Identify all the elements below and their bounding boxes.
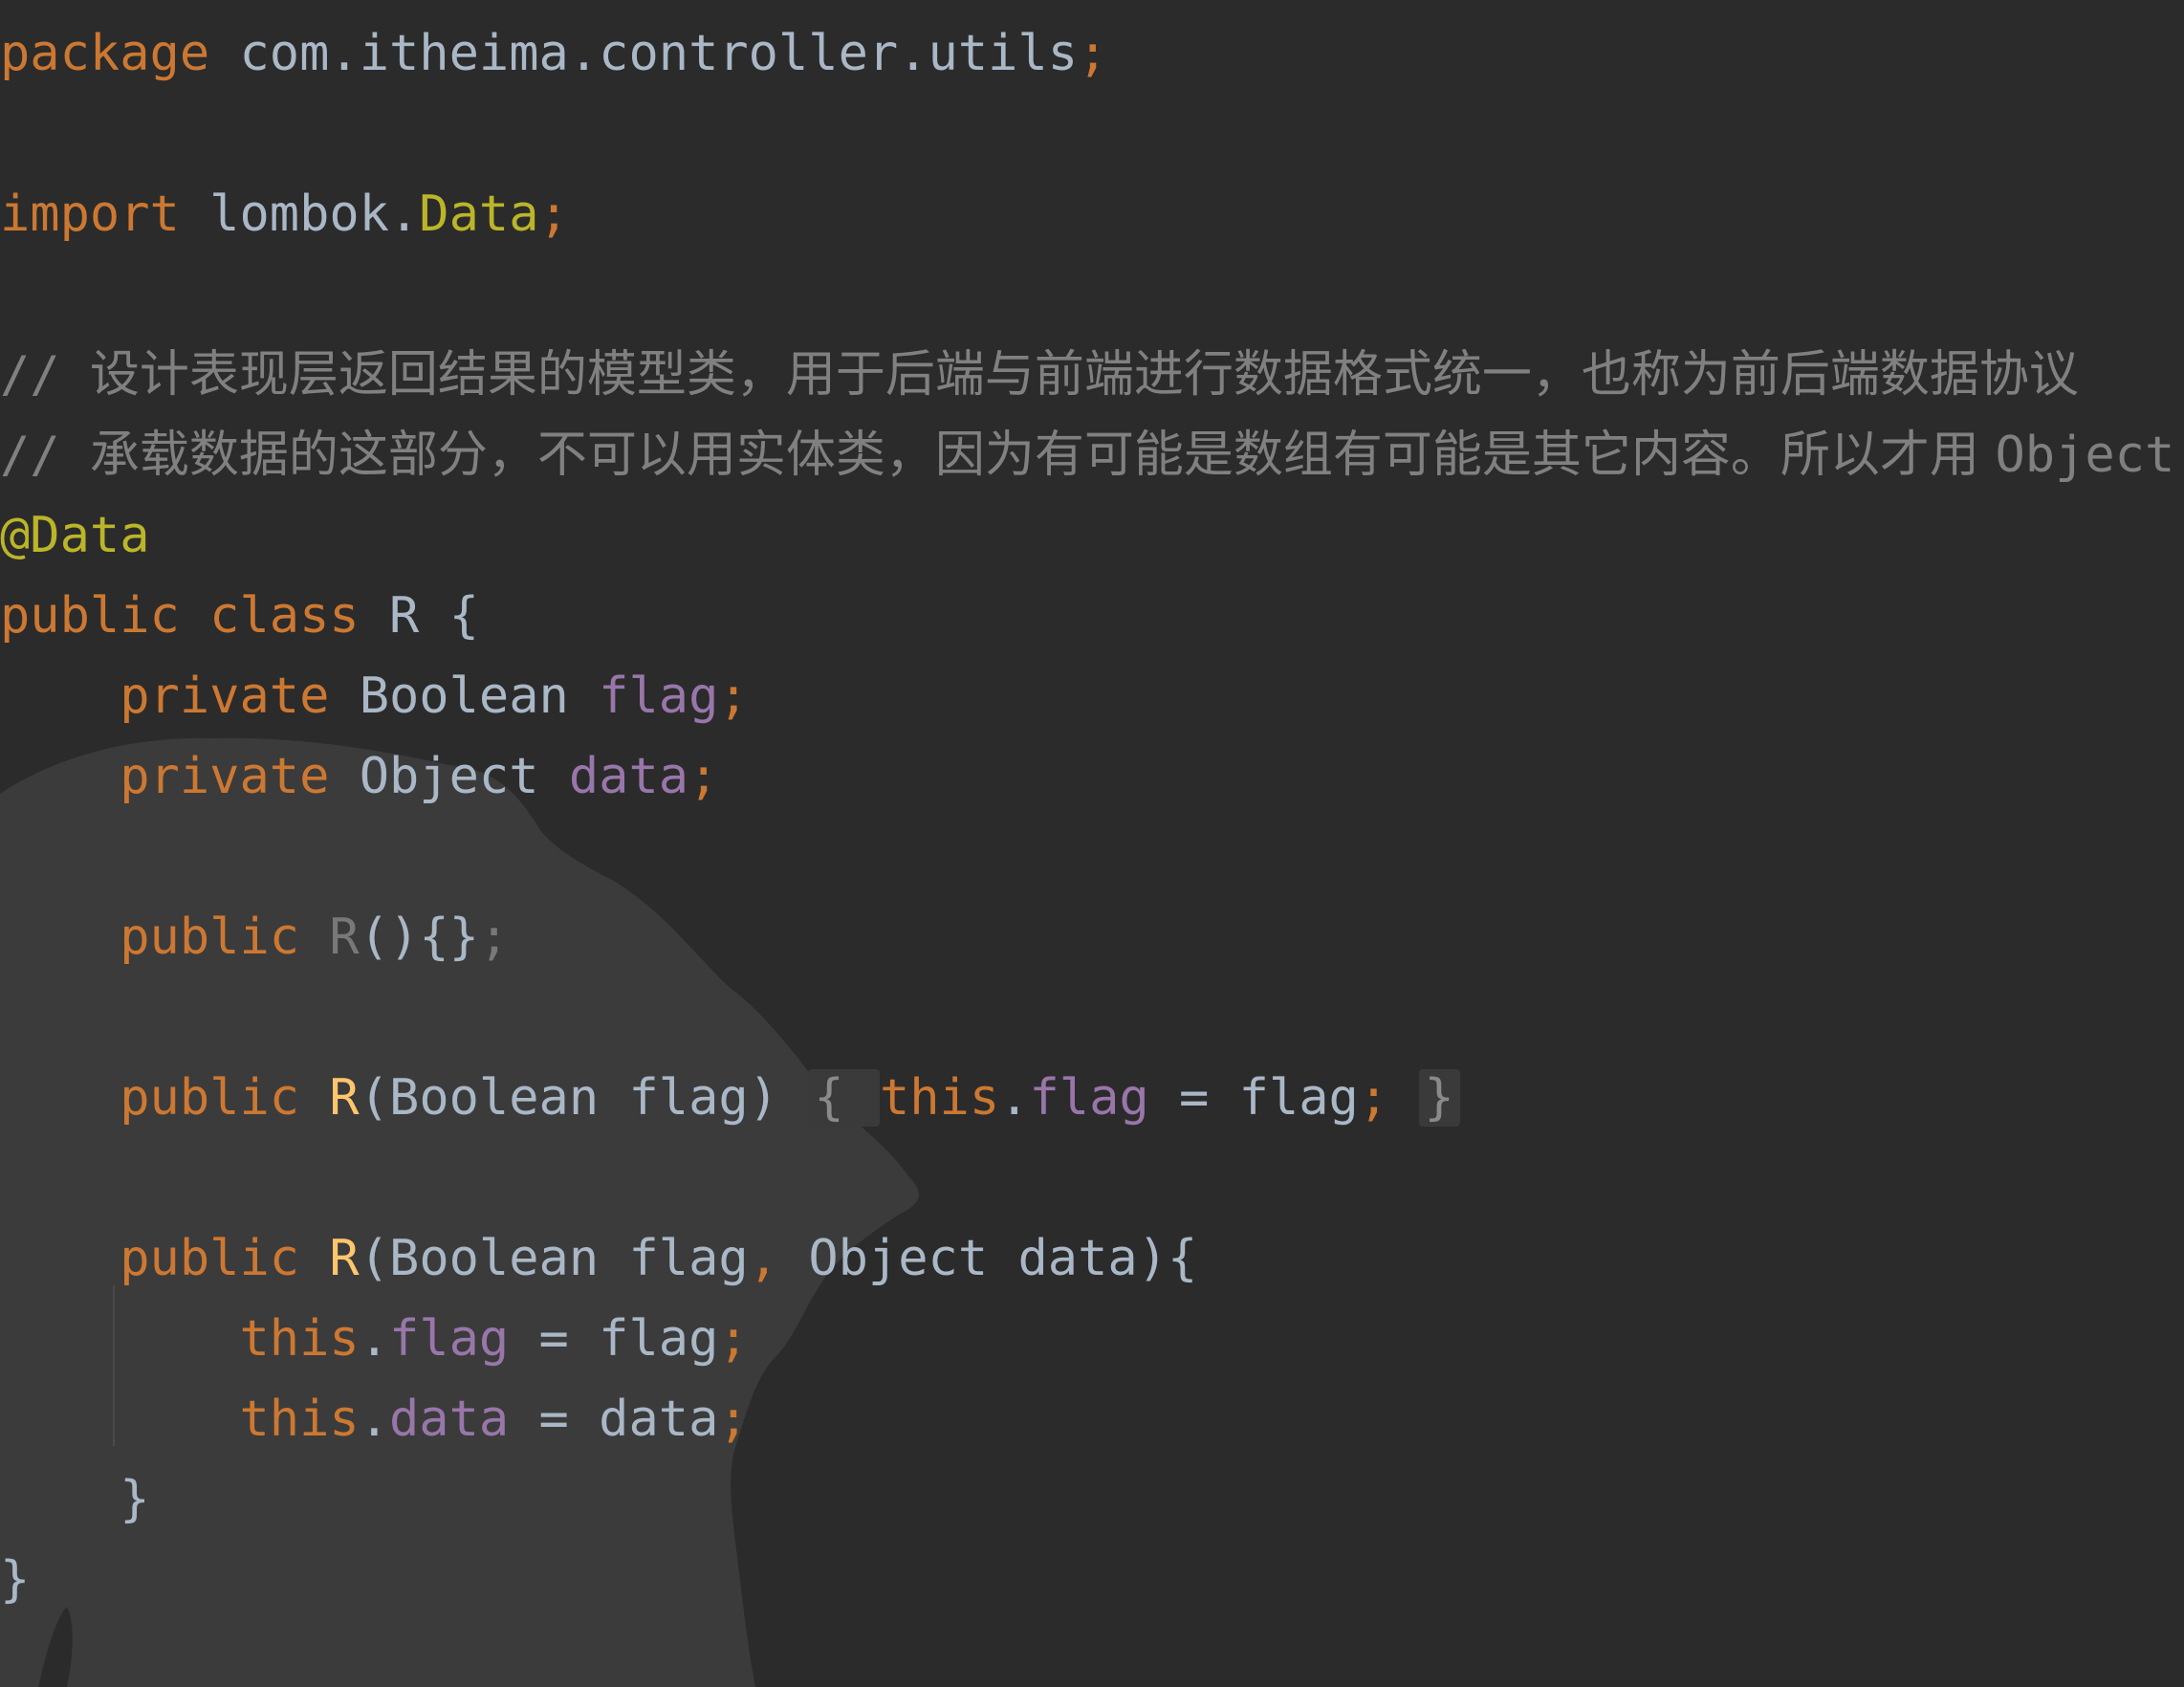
code-token: } xyxy=(0,1471,150,1528)
code-token: Object xyxy=(329,748,569,805)
code-token: R xyxy=(329,1230,360,1287)
code-token: import xyxy=(0,186,180,243)
code-token: // xyxy=(0,427,90,484)
code-token: ; xyxy=(1358,1069,1389,1127)
code-token: ; xyxy=(538,186,569,243)
code-token: public xyxy=(120,1230,300,1287)
code-line[interactable] xyxy=(0,254,2174,335)
code-token: @Data xyxy=(0,507,150,564)
code-line[interactable]: } xyxy=(0,1459,2174,1540)
code-line[interactable]: } xyxy=(0,1540,2174,1620)
code-token: . xyxy=(359,1391,389,1448)
code-token: this xyxy=(879,1069,1000,1127)
code-token: 承载数据的这部分，不可以用实体类，因为有可能是数组有可能是其它内容。所以才用 xyxy=(89,427,1996,484)
code-token: , xyxy=(748,1230,779,1287)
code-line[interactable]: this.data = data; xyxy=(0,1379,2174,1459)
code-line[interactable]: private Boolean flag; xyxy=(0,656,2174,736)
code-token: package xyxy=(0,25,210,82)
code-token: R xyxy=(329,909,360,966)
code-token: Object xyxy=(1995,427,2175,484)
code-line[interactable]: public class R { xyxy=(0,576,2174,656)
code-token: . xyxy=(999,1069,1030,1127)
code-token: Object data){ xyxy=(778,1230,1198,1287)
code-token: ; xyxy=(478,909,510,966)
code-line[interactable]: this.flag = flag; xyxy=(0,1299,2174,1379)
code-token: ; xyxy=(718,668,749,725)
code-token: public class xyxy=(0,587,360,645)
code-token: = data xyxy=(509,1391,719,1448)
code-token: (){} xyxy=(359,909,479,966)
code-token: public xyxy=(120,1069,300,1127)
code-token: ; xyxy=(1078,25,1108,82)
code-token: } xyxy=(0,1551,31,1609)
code-area[interactable]: package com.itheima.controller.utils; im… xyxy=(0,13,2174,1620)
code-line[interactable] xyxy=(0,1138,2174,1218)
code-line[interactable] xyxy=(0,94,2174,174)
code-token: this xyxy=(239,1310,360,1368)
code-token: . xyxy=(359,1310,389,1368)
code-line[interactable]: @Data xyxy=(0,495,2174,576)
code-line[interactable]: // 承载数据的这部分，不可以用实体类，因为有可能是数组有可能是其它内容。所以才… xyxy=(0,415,2174,495)
code-line[interactable] xyxy=(0,977,2174,1058)
code-token: data xyxy=(389,1391,510,1448)
code-token: Boolean xyxy=(329,668,600,725)
code-token: lombok. xyxy=(179,186,420,243)
code-line[interactable] xyxy=(0,817,2174,897)
code-line[interactable]: public R(){}; xyxy=(0,897,2174,977)
code-token: com.itheima.controller.utils xyxy=(209,25,1079,82)
code-token: flag xyxy=(599,668,719,725)
code-token: flag xyxy=(389,1310,510,1368)
code-token: R xyxy=(329,1069,360,1127)
code-token: private xyxy=(120,748,330,805)
code-token: { xyxy=(808,1069,880,1127)
code-token: public xyxy=(120,909,300,966)
code-token: (Boolean flag) xyxy=(359,1069,809,1127)
code-token: } xyxy=(1418,1069,1460,1127)
code-token: ; xyxy=(718,1391,749,1448)
code-token: = flag xyxy=(1148,1069,1359,1127)
code-token: data xyxy=(568,748,689,805)
code-token: Data xyxy=(419,186,539,243)
code-line[interactable]: import lombok.Data; xyxy=(0,174,2174,254)
code-token: flag xyxy=(1029,1069,1149,1127)
code-line[interactable]: public R(Boolean flag, Object data){ xyxy=(0,1218,2174,1299)
code-token: 设计表现层返回结果的模型类，用于后端与前端进行数据格式统一，也称为前后端数据协议 xyxy=(89,346,2079,404)
code-line[interactable]: public R(Boolean flag) { this.flag = fla… xyxy=(0,1058,2174,1138)
code-token: = flag xyxy=(509,1310,719,1368)
code-token: private xyxy=(120,668,330,725)
code-token: R { xyxy=(359,587,479,645)
code-line[interactable]: private Object data; xyxy=(0,736,2174,817)
code-token: // xyxy=(0,346,90,404)
code-token: this xyxy=(239,1391,360,1448)
code-editor[interactable]: package com.itheima.controller.utils; im… xyxy=(0,0,2184,1687)
code-token: (Boolean flag xyxy=(359,1230,749,1287)
code-line[interactable]: package com.itheima.controller.utils; xyxy=(0,13,2174,94)
code-line[interactable]: // 设计表现层返回结果的模型类，用于后端与前端进行数据格式统一，也称为前后端数… xyxy=(0,335,2174,415)
code-token: ; xyxy=(688,748,719,805)
code-token: ; xyxy=(718,1310,749,1368)
